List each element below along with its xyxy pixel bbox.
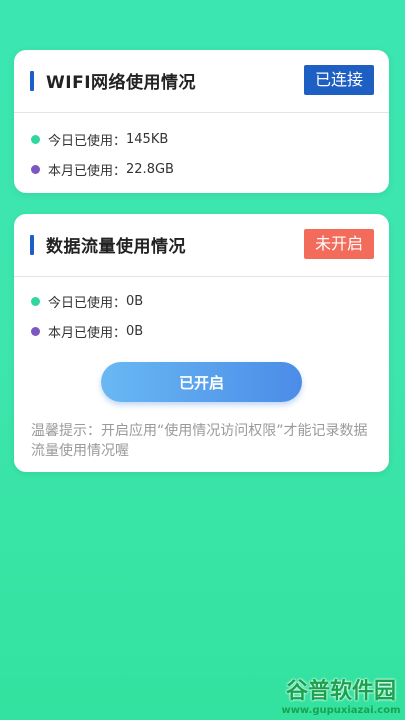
- month-dot-icon: [31, 165, 40, 174]
- wifi-card-header: WIFI网络使用情况 已连接: [14, 50, 389, 113]
- data-today-label: 今日已使用：: [48, 296, 127, 311]
- data-card-header: 数据流量使用情况 未开启: [14, 214, 389, 277]
- wifi-month-row: 本月已使用： 22.8GB: [31, 160, 174, 179]
- title-accent-bar: [30, 235, 34, 255]
- wifi-usage-card: WIFI网络使用情况 已连接 今日已使用： 145KB 本月已使用： 22.8G…: [14, 50, 389, 193]
- wifi-today-value: 145KB: [126, 132, 169, 147]
- data-today-row: 今日已使用： 0B: [31, 292, 143, 311]
- wifi-month-value: 22.8GB: [126, 162, 174, 177]
- wifi-status-badge: 已连接: [303, 65, 374, 95]
- watermark-url: www.gupuxiazai.com: [281, 705, 401, 716]
- wifi-today-label: 今日已使用：: [48, 134, 127, 149]
- wifi-card-title: WIFI网络使用情况: [46, 73, 197, 93]
- today-dot-icon: [31, 135, 40, 144]
- title-accent-bar: [30, 71, 34, 91]
- month-dot-icon: [31, 327, 40, 336]
- site-watermark: 谷普软件园 www.gupuxiazai.com: [281, 673, 401, 716]
- data-today-value: 0B: [126, 294, 144, 309]
- data-usage-card: 数据流量使用情况 未开启 今日已使用： 0B 本月已使用： 0B 已开启 温馨提…: [14, 214, 389, 472]
- data-month-value: 0B: [126, 324, 144, 339]
- wifi-today-row: 今日已使用： 145KB: [31, 130, 168, 149]
- tip-text: 温馨提示：开启应用“使用情况访问权限”才能记录数据流量使用情况喔: [31, 423, 368, 459]
- data-status-badge: 未开启: [303, 229, 374, 259]
- data-month-row: 本月已使用： 0B: [31, 322, 143, 341]
- today-dot-icon: [31, 297, 40, 306]
- data-card-title: 数据流量使用情况: [46, 237, 186, 257]
- enable-data-tracking-button[interactable]: 已开启: [101, 362, 302, 402]
- data-month-label: 本月已使用：: [48, 326, 127, 341]
- wifi-month-label: 本月已使用：: [48, 164, 127, 179]
- watermark-name: 谷普软件园: [285, 679, 396, 704]
